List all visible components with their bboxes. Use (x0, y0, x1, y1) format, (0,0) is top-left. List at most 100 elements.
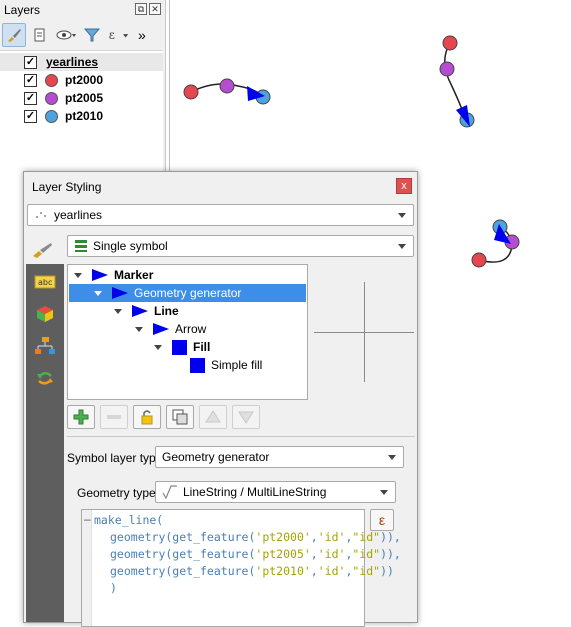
arrow-up-icon (205, 410, 221, 423)
layer-label: pt2000 (65, 73, 104, 87)
geometry-type-label: Geometry type (77, 486, 156, 500)
panel-window-buttons: ⧉ ✕ (135, 3, 161, 15)
layer-item-pt2010[interactable]: ✓ pt2010 (0, 107, 163, 125)
collapse-caret-icon[interactable] (114, 308, 122, 314)
layer-visibility-checkbox[interactable]: ✓ (24, 109, 37, 123)
filter-legend-button[interactable] (80, 23, 104, 47)
symbol-layer-type-select[interactable]: Geometry generator (155, 446, 404, 468)
remove-symbol-layer-button[interactable] (100, 405, 128, 429)
tree-node-label: Line (154, 304, 179, 318)
minus-icon (107, 415, 121, 419)
layer-select-value: yearlines (54, 208, 103, 222)
feature-group-2 (439, 35, 475, 128)
diagrams-tab[interactable] (31, 334, 59, 358)
tree-node-geometry-generator[interactable]: Geometry generator (69, 284, 306, 302)
plus-icon (73, 409, 89, 425)
layer-item-pt2005[interactable]: ✓ pt2005 (0, 89, 163, 107)
collapse-caret-icon[interactable] (154, 344, 162, 350)
paintbrush-icon (8, 29, 21, 42)
marker-triangle-icon (92, 269, 108, 281)
divider (67, 436, 415, 437)
chevron-down-icon (388, 455, 396, 460)
fill-square-icon (190, 357, 205, 373)
layer-symbol-icon (45, 73, 58, 87)
pt2005-marker[interactable] (219, 78, 235, 94)
tree-node-label: Fill (193, 340, 211, 354)
layer-item-pt2000[interactable]: ✓ pt2000 (0, 71, 163, 89)
pt2005-marker[interactable] (439, 61, 455, 77)
lock-icon (141, 410, 153, 425)
collapse-caret-icon[interactable] (74, 272, 82, 278)
chevron-down-icon (398, 213, 406, 218)
layer-styling-title: Layer Styling (32, 180, 102, 194)
add-group-button[interactable] (28, 23, 52, 47)
fill-square-icon (172, 339, 187, 355)
expression-editor[interactable]: – make_line( geometry(get_feature('pt200… (81, 509, 401, 627)
collapse-caret-icon[interactable] (94, 290, 102, 296)
renderer-select-value: Single symbol (93, 239, 168, 253)
layer-visibility-checkbox[interactable]: ✓ (24, 73, 37, 87)
toolbar-overflow-button[interactable]: » (138, 27, 146, 43)
paintbrush-icon[interactable] (31, 240, 55, 263)
tree-node-marker[interactable]: Marker (74, 266, 153, 284)
tree-node-simple-fill[interactable]: Simple fill (190, 356, 262, 374)
tree-node-arrow[interactable]: Arrow (135, 320, 206, 338)
epsilon-filter-icon: ε (109, 28, 129, 42)
layer-visibility-checkbox[interactable]: ✓ (24, 55, 37, 69)
labels-tab[interactable]: abc (31, 270, 59, 294)
chevron-down-icon (398, 244, 406, 249)
layer-styling-panel: Layer Styling x yearlines Single symbol … (23, 171, 418, 627)
expression-code: make_line( geometry(get_feature('pt2000'… (94, 513, 401, 595)
style-manager-button[interactable] (2, 23, 26, 47)
duplicate-layer-button[interactable] (166, 405, 194, 429)
filter-icon (83, 28, 101, 42)
svg-text:ε: ε (109, 28, 115, 42)
history-tab[interactable] (31, 366, 59, 390)
close-button[interactable]: x (396, 178, 412, 194)
renderer-select[interactable]: Single symbol (67, 235, 414, 257)
move-up-button[interactable] (199, 405, 227, 429)
chevron-down-icon (380, 490, 388, 495)
3d-view-tab[interactable] (31, 302, 59, 326)
tree-node-line[interactable]: Line (114, 302, 179, 320)
fold-marker-icon[interactable]: – (84, 512, 91, 526)
hierarchy-icon (35, 337, 55, 354)
tree-node-label: Arrow (175, 322, 207, 336)
symbol-layer-toolbar (67, 405, 260, 429)
layer-label: pt2005 (65, 91, 104, 105)
layers-panel-title: Layers (4, 3, 41, 17)
expression-builder-button[interactable]: ε (370, 509, 394, 531)
float-panel-button[interactable]: ⧉ (135, 3, 147, 15)
cube-icon (37, 306, 53, 322)
marker-triangle-icon (132, 305, 148, 317)
symbol-layer-type-value: Geometry generator (162, 450, 270, 464)
collapse-caret-icon[interactable] (135, 326, 143, 332)
add-symbol-layer-button[interactable] (67, 405, 95, 429)
editor-gutter: – (82, 510, 92, 626)
lock-layer-button[interactable] (133, 405, 161, 429)
tree-node-fill[interactable]: Fill (154, 338, 210, 356)
pt2000-marker[interactable] (183, 84, 199, 100)
arrow-down-icon (238, 411, 254, 424)
pt2000-marker[interactable] (471, 252, 487, 268)
layer-symbol-icon (45, 109, 58, 123)
eye-icon (56, 30, 76, 40)
code-line: make_line( (94, 513, 164, 527)
close-panel-button[interactable]: ✕ (149, 3, 161, 15)
layers-toolbar: ε » (2, 22, 164, 48)
feature-group-3 (471, 219, 520, 268)
tree-node-label: Simple fill (211, 358, 263, 372)
move-down-button[interactable] (232, 405, 260, 429)
pt2000-marker[interactable] (442, 35, 458, 51)
layer-visibility-checkbox[interactable]: ✓ (24, 91, 37, 105)
abc-label-icon: abc (34, 275, 56, 289)
crosshair-v (364, 282, 365, 382)
symbol-layer-type-label: Symbol layer type (67, 451, 163, 465)
geometry-type-select[interactable]: LineString / MultiLineString (155, 481, 396, 503)
layer-select[interactable]: yearlines (27, 204, 414, 226)
filter-expression-button[interactable]: ε (106, 23, 130, 47)
marker-triangle-icon (112, 287, 128, 299)
manage-visibility-button[interactable] (54, 23, 78, 47)
symbol-layers-tree: Marker Geometry generator Line Arrow Fil… (67, 264, 308, 400)
layer-item-yearlines[interactable]: ✓ yearlines (0, 53, 163, 71)
